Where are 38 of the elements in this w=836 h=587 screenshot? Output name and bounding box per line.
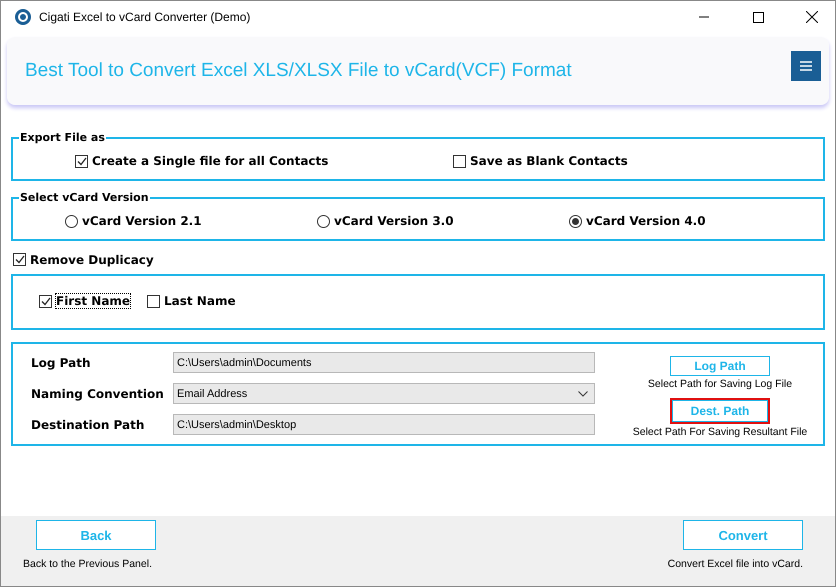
- checkbox[interactable]: [453, 154, 466, 168]
- window-title: Cigati Excel to vCard Converter (Demo): [39, 10, 252, 24]
- field-label: Naming Convention: [30, 386, 165, 400]
- back-button[interactable]: Back: [36, 520, 156, 550]
- field-label: Log Path: [30, 356, 92, 370]
- checkbox-label: First Name: [56, 294, 130, 308]
- path-field[interactable]: C:\Users\admin\Desktop: [173, 414, 595, 435]
- button-hint: Select Path For Saving Resultant File: [632, 426, 808, 438]
- radio-button[interactable]: [569, 214, 582, 228]
- checkbox-label: Remove Duplicacy: [30, 252, 154, 266]
- checkbox[interactable]: [39, 294, 52, 308]
- checkbox-label: Save as Blank Contacts: [470, 154, 628, 168]
- menu-button[interactable]: [791, 51, 821, 81]
- radio-label: vCard Version 3.0: [334, 214, 454, 228]
- checkbox[interactable]: [75, 154, 88, 168]
- checkbox[interactable]: [13, 253, 26, 266]
- group-title: Export File as: [19, 131, 106, 144]
- app-logo-icon: [15, 9, 31, 25]
- checkbox-label: Create a Single file for all Contacts: [92, 154, 328, 168]
- radio-button[interactable]: [65, 214, 78, 228]
- path-button[interactable]: Dest. Path: [670, 398, 770, 424]
- caret-icon: [578, 390, 588, 396]
- menu-icon: [800, 61, 812, 71]
- field-label: Destination Path: [30, 418, 146, 432]
- radio-label: vCard Version 4.0: [586, 214, 706, 228]
- path-field[interactable]: C:\Users\admin\Documents: [173, 352, 595, 373]
- path-button[interactable]: Log Path: [670, 356, 770, 376]
- group-title: Select vCard Version: [19, 191, 150, 204]
- checkbox-label: Last Name: [164, 294, 236, 308]
- checkbox[interactable]: [147, 294, 160, 308]
- button-hint: Select Path for Saving Log File: [648, 378, 792, 390]
- radio-label: vCard Version 2.1: [82, 214, 202, 228]
- radio-button[interactable]: [317, 214, 330, 228]
- button-hint: Back to the Previous Panel.: [23, 558, 152, 570]
- convert-button[interactable]: Convert: [683, 520, 803, 550]
- header-title: Best Tool to Convert Excel XLS/XLSX File to vCard(VCF) Format: [25, 60, 572, 82]
- dropdown[interactable]: Email Address: [173, 383, 595, 404]
- button-hint: Convert Excel file into vCard.: [668, 558, 803, 570]
